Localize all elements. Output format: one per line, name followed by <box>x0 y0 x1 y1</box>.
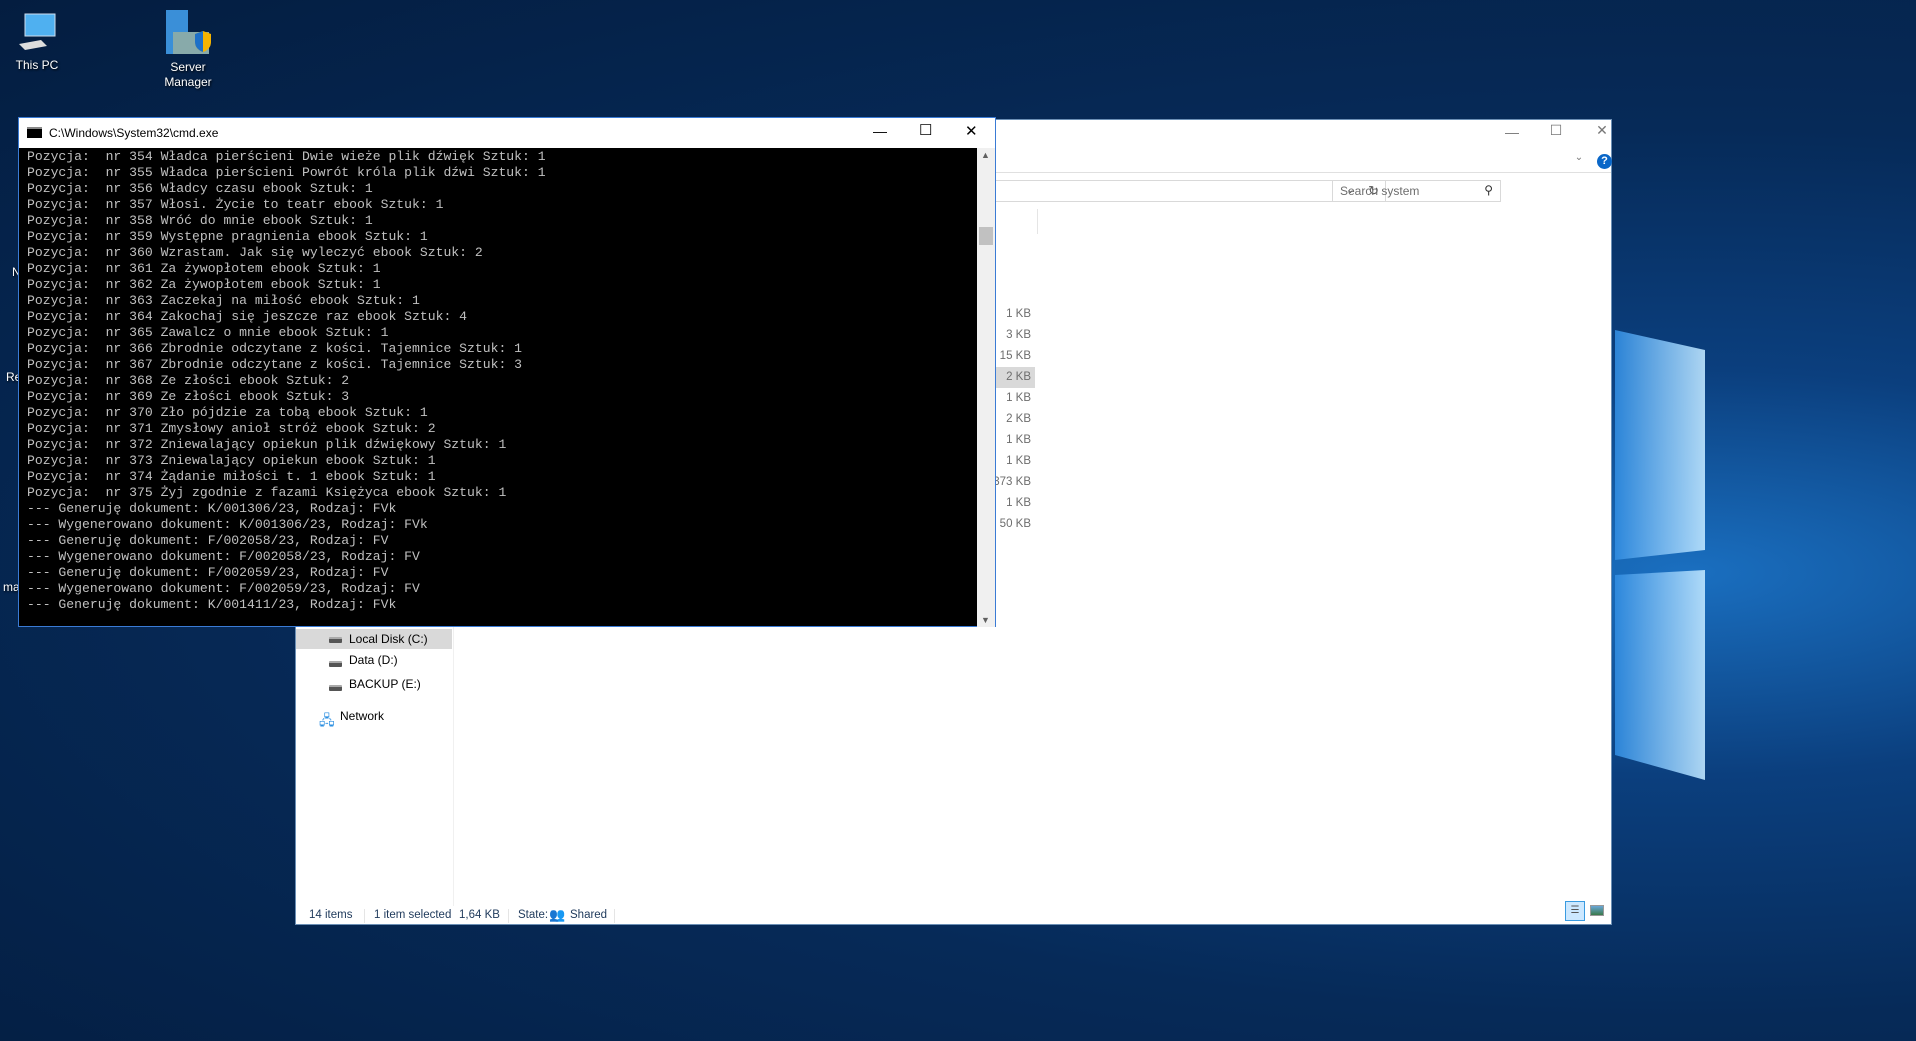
item-count: 14 items <box>309 909 353 921</box>
console-line: Pozycja: nr 366 Zbrodnie odczytane z koś… <box>27 341 523 356</box>
console-line: Pozycja: nr 368 Ze złości ebook Sztuk: 2 <box>27 373 350 388</box>
computer-icon <box>19 13 56 50</box>
scroll-thumb[interactable] <box>979 227 993 245</box>
console-line: Pozycja: nr 373 Zniewalający opiekun ebo… <box>27 453 436 468</box>
console-line: --- Generuję dokument: F/002058/23, Rodz… <box>27 533 389 548</box>
details-view-button[interactable]: ☰ <box>1565 901 1585 921</box>
cmd-window: C:\Windows\System32\cmd.exe — ☐ ✕ Pozycj… <box>18 117 996 627</box>
cmd-window-title: C:\Windows\System32\cmd.exe <box>49 126 219 140</box>
large-icons-view-button[interactable] <box>1590 905 1604 916</box>
console-line: Pozycja: nr 355 Władca pierścieni Powrót… <box>27 165 546 180</box>
search-icon: ⚲ <box>1484 183 1493 197</box>
cmd-app-icon <box>27 127 42 138</box>
scroll-down-arrow-icon[interactable]: ▼ <box>981 615 990 625</box>
console-line: --- Generuję dokument: K/001306/23, Rodz… <box>27 501 397 516</box>
selection-size: 1,64 KB <box>459 909 500 921</box>
console-line: Pozycja: nr 364 Zakochaj się jeszcze raz… <box>27 309 468 324</box>
scroll-up-arrow-icon[interactable]: ▲ <box>981 150 990 160</box>
console-line: Pozycja: nr 367 Zbrodnie odczytane z koś… <box>27 357 523 372</box>
close-button[interactable]: ✕ <box>965 122 978 140</box>
help-icon[interactable]: ? <box>1597 154 1612 169</box>
state-label: State: <box>518 909 549 921</box>
file-size-cell[interactable]: 3 KB <box>991 325 1035 346</box>
nav-label: Data (D:) <box>349 653 398 667</box>
shared-users-icon: 👥 <box>549 907 566 922</box>
file-size-cell[interactable]: 2 KB <box>991 367 1035 388</box>
console-line: --- Generuję dokument: F/002059/23, Rodz… <box>27 565 389 580</box>
file-size-cell[interactable]: 1 KB <box>991 304 1035 325</box>
console-line: Pozycja: nr 359 Występne pragnienia eboo… <box>27 229 428 244</box>
console-line: Pozycja: nr 362 Za żywopłotem ebook Sztu… <box>27 277 381 292</box>
console-line: Pozycja: nr 354 Władca pierścieni Dwie w… <box>27 149 546 164</box>
console-line: --- Wygenerowano dokument: F/002059/23, … <box>27 581 420 596</box>
console-output[interactable]: Pozycja: nr 354 Władca pierścieni Dwie w… <box>27 149 977 627</box>
cmd-title-bar[interactable]: C:\Windows\System32\cmd.exe — ☐ ✕ <box>19 118 995 148</box>
console-line: --- Generuję dokument: K/001411/23, Rodz… <box>27 597 397 612</box>
nav-label: Network <box>340 709 385 723</box>
size-column: 1 KB 3 KB 15 KB 2 KB 1 KB 2 KB 1 KB 1 KB 373 KB 1… <box>991 304 1035 544</box>
console-line: Pozycja: nr 365 Zawalcz o mnie ebook Szt… <box>27 325 389 340</box>
close-button[interactable]: ✕ <box>1587 122 1617 139</box>
console-line: Pozycja: nr 358 Wróć do mnie ebook Sztuk… <box>27 213 373 228</box>
console-line: --- Wygenerowano dokument: F/002058/23, … <box>27 549 420 564</box>
drive-icon <box>329 685 342 691</box>
console-line: --- Wygenerowano dokument: K/001306/23, … <box>27 517 428 532</box>
maximize-button[interactable]: ☐ <box>1541 122 1571 139</box>
console-line: Pozycja: nr 361 Za żywopłotem ebook Sztu… <box>27 261 381 276</box>
console-line: Pozycja: nr 357 Włosi. Życie to teatr eb… <box>27 197 444 212</box>
console-line: Pozycja: nr 356 Władcy czasu ebook Sztuk… <box>27 181 373 196</box>
file-size-cell[interactable]: 1 KB <box>991 430 1035 451</box>
server-manager-icon <box>166 10 211 54</box>
minimize-button[interactable]: — <box>1497 124 1527 140</box>
network-icon: 🖧 <box>319 712 335 728</box>
nav-item-local-disk[interactable]: Local Disk (C:) <box>296 629 452 649</box>
desktop-icon-server-manager[interactable]: Server Manager <box>148 10 228 90</box>
minimize-button[interactable]: — <box>873 123 887 139</box>
nav-pane-divider <box>453 610 454 906</box>
console-line: Pozycja: nr 360 Wzrastam. Jak się wylecz… <box>27 245 483 260</box>
status-bar: 14 items 1 item selected 1,64 KB State: … <box>296 901 1611 926</box>
desktop-icon-label: Server Manager <box>164 60 212 89</box>
console-line: Pozycja: nr 374 Żądanie miłości t. 1 ebo… <box>27 469 436 484</box>
drive-icon <box>329 637 342 643</box>
search-input[interactable]: Search system ⚲ <box>1332 180 1501 202</box>
selection-count: 1 item selected <box>374 909 452 921</box>
file-size-cell[interactable]: 15 KB <box>991 346 1035 367</box>
file-size-cell[interactable]: 50 KB <box>991 514 1035 535</box>
column-header-separator <box>1037 209 1038 234</box>
maximize-button[interactable]: ☐ <box>919 121 932 139</box>
desktop-icon-this-pc[interactable]: This PC <box>0 10 77 73</box>
file-size-cell[interactable]: 1 KB <box>991 493 1035 514</box>
desktop-icon-label: This PC <box>15 58 59 72</box>
file-size-cell[interactable]: 1 KB <box>991 451 1035 472</box>
console-line: Pozycja: nr 369 Ze złości ebook Sztuk: 3 <box>27 389 350 404</box>
file-size-cell[interactable]: 373 KB <box>991 472 1035 493</box>
file-size-cell[interactable]: 1 KB <box>991 388 1035 409</box>
ribbon-expand-chevron-icon[interactable]: ⌄ <box>1564 152 1594 163</box>
console-line: Pozycja: nr 370 Zło pójdzie za tobą eboo… <box>27 405 428 420</box>
search-placeholder: Search system <box>1340 184 1420 198</box>
state-value: Shared <box>570 909 608 921</box>
vertical-scrollbar[interactable]: ▲ ▼ <box>977 148 995 627</box>
nav-label: BACKUP (E:) <box>349 677 421 691</box>
console-line: Pozycja: nr 363 Zaczekaj na miłość ebook… <box>27 293 420 308</box>
drive-icon <box>329 661 342 667</box>
nav-label: Local Disk (C:) <box>349 632 428 646</box>
console-line: Pozycja: nr 375 Żyj zgodnie z fazami Ksi… <box>27 485 507 500</box>
console-line: Pozycja: nr 372 Zniewalający opiekun pli… <box>27 437 507 452</box>
console-line: Pozycja: nr 371 Zmysłowy anioł stróż ebo… <box>27 421 436 436</box>
file-size-cell[interactable]: 2 KB <box>991 409 1035 430</box>
